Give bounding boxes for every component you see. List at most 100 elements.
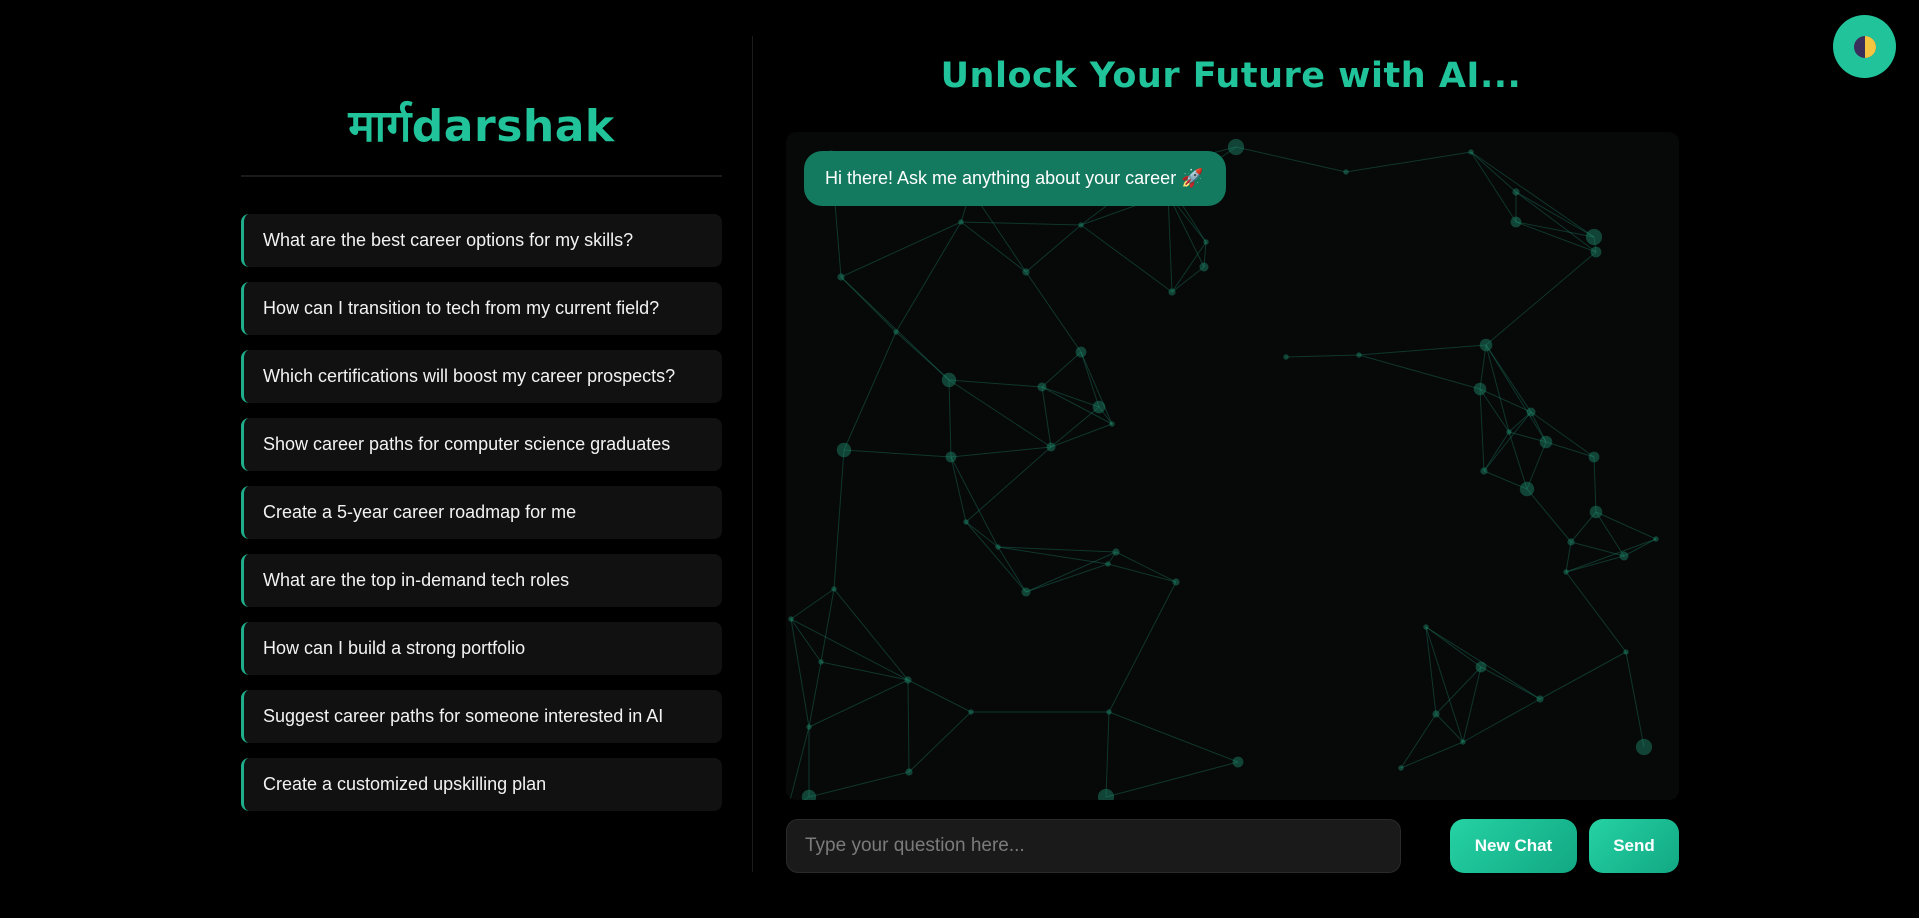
network-line — [1167, 193, 1173, 293]
network-node — [1585, 228, 1603, 246]
network-node — [818, 659, 824, 665]
panel-divider — [752, 36, 753, 872]
network-node — [995, 544, 1001, 550]
network-line — [789, 726, 810, 800]
network-line — [965, 446, 1052, 523]
network-line — [790, 618, 810, 728]
network-line — [790, 618, 822, 663]
network-node — [1021, 587, 1031, 597]
network-background — [788, 138, 1659, 800]
suggested-prompt[interactable]: What are the best career options for my … — [241, 214, 722, 267]
chat-messages-area: Hi there! Ask me anything about your car… — [786, 132, 1679, 800]
send-button[interactable]: Send — [1589, 819, 1679, 873]
network-line — [1080, 351, 1100, 408]
network-line — [1050, 406, 1100, 448]
network-line — [1485, 344, 1547, 443]
suggested-prompt[interactable]: Suggest career paths for someone interes… — [241, 690, 722, 743]
network-node — [1109, 421, 1115, 427]
theme-toggle-button[interactable] — [1833, 15, 1896, 78]
network-node — [831, 586, 837, 592]
network-node — [1203, 239, 1209, 245]
network-node — [904, 676, 912, 684]
network-node — [1510, 216, 1522, 228]
network-node — [1232, 756, 1244, 768]
network-node — [1588, 451, 1600, 463]
network-node — [1022, 268, 1030, 276]
network-line — [960, 221, 1082, 226]
network-line — [1470, 151, 1517, 193]
suggested-prompt[interactable]: What are the top in-demand tech roles — [241, 554, 722, 607]
network-line — [948, 379, 952, 458]
network-node — [1536, 695, 1544, 703]
suggested-prompts-list: What are the best career options for my … — [241, 214, 722, 811]
network-node — [836, 442, 852, 458]
suggested-prompt[interactable]: How can I build a strong portfolio — [241, 622, 722, 675]
network-line — [1435, 666, 1482, 715]
network-line — [1025, 563, 1109, 593]
suggested-prompt[interactable]: Create a 5-year career roadmap for me — [241, 486, 722, 539]
network-line — [1107, 563, 1177, 583]
network-line — [1285, 354, 1360, 358]
network-line — [948, 379, 1043, 388]
network-line — [1041, 386, 1052, 448]
network-node — [1075, 346, 1087, 358]
network-line — [1105, 711, 1110, 798]
network-line — [1483, 411, 1532, 472]
network-line — [790, 588, 835, 620]
network-node — [1460, 739, 1466, 745]
sidebar: मार्गdarshak What are the best career op… — [241, 36, 722, 826]
network-line — [1025, 224, 1082, 273]
network-node — [1653, 536, 1659, 542]
network-line — [965, 521, 999, 548]
network-line — [1025, 271, 1082, 353]
network-node — [1432, 710, 1440, 718]
network-line — [1345, 151, 1472, 173]
network-line — [1526, 441, 1547, 490]
network-line — [895, 331, 950, 381]
network-node — [1590, 246, 1602, 258]
network-line — [1565, 555, 1625, 573]
bot-greeting-message: Hi there! Ask me anything about your car… — [804, 151, 1226, 206]
app-logo: मार्गdarshak — [348, 101, 615, 152]
network-node — [1480, 467, 1488, 475]
network-node — [788, 616, 794, 622]
network-line — [1479, 344, 1487, 390]
new-chat-button[interactable]: New Chat — [1450, 819, 1577, 873]
network-line — [840, 276, 950, 381]
network-line — [1425, 626, 1464, 743]
network-node — [941, 372, 957, 388]
network-node — [1519, 481, 1535, 497]
network-line — [1462, 698, 1541, 743]
network-line — [1108, 581, 1177, 713]
suggested-prompt[interactable]: Which certifications will boost my caree… — [241, 350, 722, 403]
suggested-prompt[interactable]: How can I transition to tech from my cur… — [241, 282, 722, 335]
network-line — [840, 221, 962, 278]
network-node — [1343, 169, 1349, 175]
network-line — [1483, 431, 1510, 472]
network-line — [1358, 344, 1487, 356]
network-line — [908, 711, 972, 773]
network-line — [843, 449, 952, 458]
network-line — [1623, 538, 1657, 557]
suggested-prompt[interactable]: Show career paths for computer science g… — [241, 418, 722, 471]
network-line — [833, 588, 909, 681]
network-line — [820, 588, 835, 663]
network-line — [1515, 191, 1597, 253]
network-node — [1112, 548, 1120, 556]
network-line — [948, 379, 1052, 448]
network-node — [1589, 505, 1603, 519]
network-line — [1515, 221, 1597, 253]
network-node — [1512, 188, 1520, 196]
network-line — [1485, 251, 1597, 346]
logo-divider — [241, 175, 722, 177]
network-line — [1515, 191, 1595, 238]
network-lines — [789, 146, 1657, 800]
suggested-prompt[interactable]: Create a customized upskilling plan — [241, 758, 722, 811]
network-node — [945, 451, 957, 463]
chat-input[interactable] — [786, 819, 1401, 873]
network-line — [950, 446, 1052, 458]
network-node — [1106, 709, 1112, 715]
network-node — [1037, 382, 1047, 392]
network-node — [1468, 149, 1474, 155]
network-line — [1041, 351, 1082, 388]
